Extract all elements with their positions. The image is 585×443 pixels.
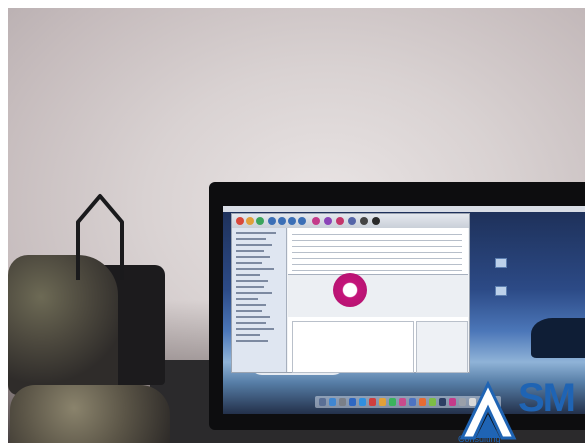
dock-icon[interactable] xyxy=(439,398,446,406)
sidebar-item[interactable] xyxy=(236,286,264,288)
sidebar-item[interactable] xyxy=(236,244,272,246)
dock-icon[interactable] xyxy=(409,398,416,406)
toolbar-button-icon[interactable] xyxy=(236,217,244,225)
toolbar-button-icon[interactable] xyxy=(268,217,276,225)
dock-icon[interactable] xyxy=(449,398,456,406)
dock-icon[interactable] xyxy=(319,398,326,406)
dock-icon[interactable] xyxy=(429,398,436,406)
dock-icon[interactable] xyxy=(379,398,386,406)
detail-pane xyxy=(288,274,468,317)
logo-subtitle: Consulting xyxy=(458,434,501,443)
toolbar-button-icon[interactable] xyxy=(288,217,296,225)
table-row[interactable] xyxy=(292,258,462,259)
sidebar-item[interactable] xyxy=(236,250,264,252)
coat-hook-icon xyxy=(76,194,124,280)
toolbar-button-icon[interactable] xyxy=(278,217,286,225)
toolbar-button-icon[interactable] xyxy=(336,217,344,225)
photo: SM Consulting xyxy=(0,0,585,443)
dock-icon[interactable] xyxy=(419,398,426,406)
table-row[interactable] xyxy=(292,264,462,265)
dock-icon[interactable] xyxy=(349,398,356,406)
app-toolbar xyxy=(232,214,469,228)
dock-icon[interactable] xyxy=(329,398,336,406)
menu-bar xyxy=(223,206,585,212)
content-pane[interactable] xyxy=(292,321,414,373)
sidebar-item[interactable] xyxy=(236,298,258,300)
sidebar-item[interactable] xyxy=(236,316,270,318)
sidebar-item[interactable] xyxy=(236,268,274,270)
sidebar-item[interactable] xyxy=(236,232,276,234)
table-row[interactable] xyxy=(292,252,462,253)
toolbar-button-icon[interactable] xyxy=(348,217,356,225)
properties-pane[interactable] xyxy=(416,321,468,373)
folder-icon[interactable] xyxy=(495,258,507,268)
toolbar-button-icon[interactable] xyxy=(360,217,368,225)
sidebar-item[interactable] xyxy=(236,334,260,336)
table-row[interactable] xyxy=(292,234,462,235)
sidebar-item[interactable] xyxy=(236,340,268,342)
dock-icon[interactable] xyxy=(369,398,376,406)
sidebar-item[interactable] xyxy=(236,262,262,264)
toolbar-button-icon[interactable] xyxy=(324,217,332,225)
toolbar-button-icon[interactable] xyxy=(312,217,320,225)
dock-icon[interactable] xyxy=(399,398,406,406)
table-row[interactable] xyxy=(292,246,462,247)
sidebar-item[interactable] xyxy=(236,256,270,258)
sidebar-item[interactable] xyxy=(236,328,274,330)
dock-icon[interactable] xyxy=(359,398,366,406)
sidebar-item[interactable] xyxy=(236,292,272,294)
sidebar-item[interactable] xyxy=(236,280,268,282)
wallpaper-island xyxy=(531,318,585,358)
pile-of-clothes xyxy=(10,385,170,443)
target-circle-icon xyxy=(333,273,367,307)
dock-icon[interactable] xyxy=(339,398,346,406)
sidebar-item[interactable] xyxy=(236,322,266,324)
toolbar-button-icon[interactable] xyxy=(298,217,306,225)
sidebar-item[interactable] xyxy=(236,310,262,312)
toolbar-button-icon[interactable] xyxy=(246,217,254,225)
toolbar-button-icon[interactable] xyxy=(372,217,380,225)
toolbar-button-icon[interactable] xyxy=(256,217,264,225)
table-row[interactable] xyxy=(292,240,462,241)
sidebar-item[interactable] xyxy=(236,304,266,306)
table-row[interactable] xyxy=(292,270,462,271)
sidebar-item[interactable] xyxy=(236,238,266,240)
folder-icon[interactable] xyxy=(495,286,507,296)
dock-icon[interactable] xyxy=(389,398,396,406)
sidebar-item[interactable] xyxy=(236,274,260,276)
app-sidebar[interactable] xyxy=(232,228,287,372)
logo-text: SM xyxy=(518,376,576,420)
